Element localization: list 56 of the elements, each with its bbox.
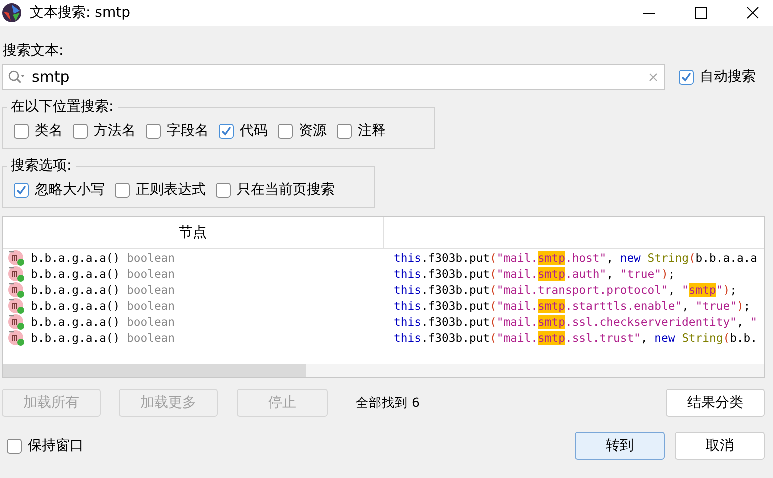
search-label: 搜索文本: — [3, 42, 65, 60]
checkbox-label: 资源 — [299, 122, 327, 140]
checkbox-label: 代码 — [240, 122, 268, 140]
code-line: this.f303b.put("mail.smtp.ssl.trust", new String(b.b. — [393, 330, 759, 346]
maximize-icon[interactable] — [695, 7, 707, 19]
checkbox[interactable] — [219, 124, 234, 138]
scrollbar-thumb[interactable] — [3, 364, 306, 377]
checkbox-label: 只在当前页搜索 — [237, 181, 335, 199]
return-type: boolean — [127, 299, 176, 313]
checkbox-label: 类名 — [35, 122, 63, 140]
node-name: b.b.a.g.a.a() — [31, 331, 120, 345]
group-results-button[interactable]: 结果分类 — [666, 389, 765, 417]
checkbox-label: 保持窗口 — [28, 437, 84, 455]
clear-icon[interactable] — [649, 72, 658, 82]
return-type: boolean — [127, 315, 176, 329]
checkbox[interactable] — [14, 124, 29, 138]
search-field[interactable]: smtp — [2, 64, 665, 90]
code-line: this.f303b.put("mail.smtp.starttls.enable", "true"); — [393, 298, 752, 314]
code-line: this.f303b.put("mail.smtp.ssl.checkserveridentity", " — [393, 314, 758, 330]
return-type: boolean — [127, 331, 176, 345]
node-name: b.b.a.g.a.a() — [31, 299, 120, 313]
checkbox[interactable] — [337, 124, 352, 138]
app-logo-icon — [2, 3, 22, 23]
checkbox-label: 忽略大小写 — [35, 181, 105, 199]
return-type: boolean — [127, 283, 176, 297]
node-name: b.b.a.g.a.a() — [31, 267, 120, 281]
window-title: 文本搜索: smtp — [30, 4, 130, 22]
checkbox[interactable] — [146, 124, 161, 138]
checkbox[interactable] — [278, 124, 293, 138]
checkbox[interactable] — [115, 182, 130, 198]
close-icon[interactable] — [747, 7, 759, 19]
checkbox[interactable] — [679, 70, 694, 84]
code-line: this.f303b.put("mail.smtp.auth", "true"); — [393, 266, 676, 282]
checkbox[interactable] — [73, 124, 88, 138]
node-name: b.b.a.g.a.a() — [31, 283, 120, 297]
checkbox[interactable] — [14, 182, 29, 198]
code-line: this.f303b.put("mail.smtp.host", new String(b.b.a.a.a — [393, 250, 759, 266]
checkbox-label: 注释 — [358, 122, 386, 140]
dialog-button[interactable]: 取消 — [675, 432, 765, 460]
search-icon — [8, 70, 26, 84]
result-count: 全部找到 6 — [356, 394, 420, 412]
checkbox-label: 自动搜索 — [700, 68, 756, 86]
code-line: this.f303b.put("mail.transport.protocol", "smtp"); — [393, 282, 738, 298]
dialog-button[interactable]: 转到 — [575, 432, 665, 460]
group-title: 搜索选项: — [10, 157, 73, 175]
checkbox-label: 正则表达式 — [136, 181, 206, 199]
checkbox[interactable] — [7, 438, 22, 454]
group-title: 在以下位置搜索: — [10, 98, 115, 116]
checkbox[interactable] — [216, 182, 231, 198]
return-type: boolean — [127, 267, 176, 281]
return-type: boolean — [127, 251, 176, 265]
checkbox-label: 方法名 — [94, 122, 136, 140]
column-header[interactable]: 节点 — [3, 217, 384, 248]
node-name: b.b.a.g.a.a() — [31, 315, 120, 329]
node-name: b.b.a.g.a.a() — [31, 251, 120, 265]
checkbox-label: 字段名 — [167, 122, 209, 140]
